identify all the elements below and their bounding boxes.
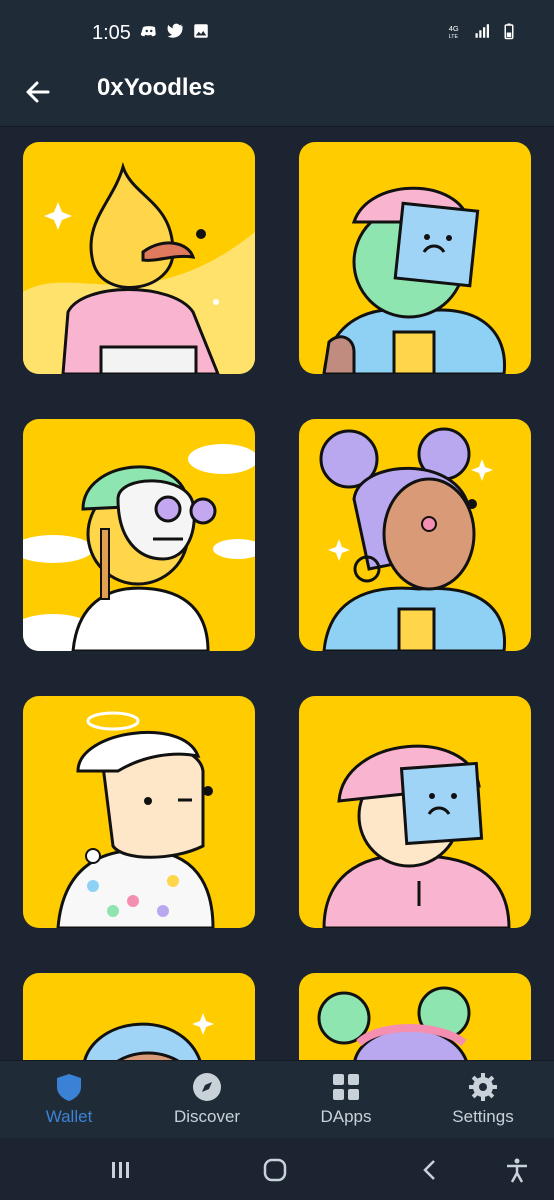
compass-icon bbox=[193, 1073, 221, 1101]
twitter-icon bbox=[167, 23, 183, 38]
nft-card-flame-character[interactable] bbox=[23, 142, 255, 374]
nft-card-sticky-note-beanie-character[interactable] bbox=[299, 142, 531, 374]
nav-item-wallet[interactable]: Wallet bbox=[14, 1071, 124, 1127]
notification-icons bbox=[140, 22, 210, 40]
page-title: 0xYoodles bbox=[97, 74, 216, 101]
bucket-hat-image bbox=[322, 744, 511, 928]
bottom-navigation: Wallet Discover DApps Settings bbox=[0, 1060, 554, 1139]
accessibility-icon[interactable] bbox=[503, 1156, 531, 1184]
grid-icon bbox=[333, 1074, 359, 1100]
back-icon[interactable] bbox=[416, 1156, 444, 1184]
status-time: 1:05 bbox=[92, 22, 131, 44]
4g-lte-icon: 4G LTE bbox=[449, 24, 459, 40]
home-icon[interactable] bbox=[261, 1156, 289, 1184]
shield-icon bbox=[57, 1074, 81, 1101]
status-bar: 1:05 4G LTE bbox=[0, 0, 554, 64]
nav-item-discover[interactable]: Discover bbox=[152, 1071, 262, 1127]
svg-text:4G: 4G bbox=[449, 24, 459, 33]
nft-card-green-buns-character[interactable] bbox=[299, 973, 531, 1060]
nft-card-blue-hair-character[interactable] bbox=[23, 973, 255, 1060]
system-icons: 4G LTE bbox=[448, 22, 518, 40]
system-navigation-bar bbox=[0, 1138, 554, 1200]
nft-grid bbox=[0, 126, 554, 1060]
halo-character-image bbox=[56, 711, 215, 928]
screen: 1:05 4G LTE 0xYoodles Wallet Discover DA… bbox=[0, 0, 554, 1200]
nft-card-skull-helmet-character[interactable] bbox=[23, 419, 255, 651]
recent-apps-icon[interactable] bbox=[107, 1156, 135, 1184]
nav-item-dapps[interactable]: DApps bbox=[291, 1071, 401, 1127]
nav-item-settings[interactable]: Settings bbox=[428, 1071, 538, 1127]
nav-label-discover: Discover bbox=[173, 1107, 241, 1126]
discord-icon bbox=[140, 26, 156, 37]
nft-card-halo-character[interactable] bbox=[23, 696, 255, 928]
nav-label-settings: Settings bbox=[452, 1107, 514, 1126]
green-buns-image bbox=[317, 986, 471, 1060]
sticky-note-beanie-image bbox=[322, 186, 507, 374]
space-buns-image bbox=[319, 427, 507, 651]
svg-text:LTE: LTE bbox=[449, 34, 459, 40]
nft-card-bucket-hat-character[interactable] bbox=[299, 696, 531, 928]
battery-icon bbox=[504, 23, 514, 40]
app-header: 0xYoodles bbox=[0, 64, 554, 127]
skull-helmet-image bbox=[23, 444, 255, 651]
back-arrow-icon[interactable] bbox=[20, 74, 56, 110]
nav-label-wallet: Wallet bbox=[45, 1107, 93, 1126]
nav-label-dapps: DApps bbox=[320, 1107, 372, 1126]
flame-character-image bbox=[23, 161, 255, 374]
image-icon bbox=[194, 24, 208, 38]
signal-icon bbox=[475, 24, 489, 38]
blue-hair-image bbox=[83, 1013, 214, 1060]
nft-card-space-buns-character[interactable] bbox=[299, 419, 531, 651]
gear-icon bbox=[469, 1073, 497, 1101]
